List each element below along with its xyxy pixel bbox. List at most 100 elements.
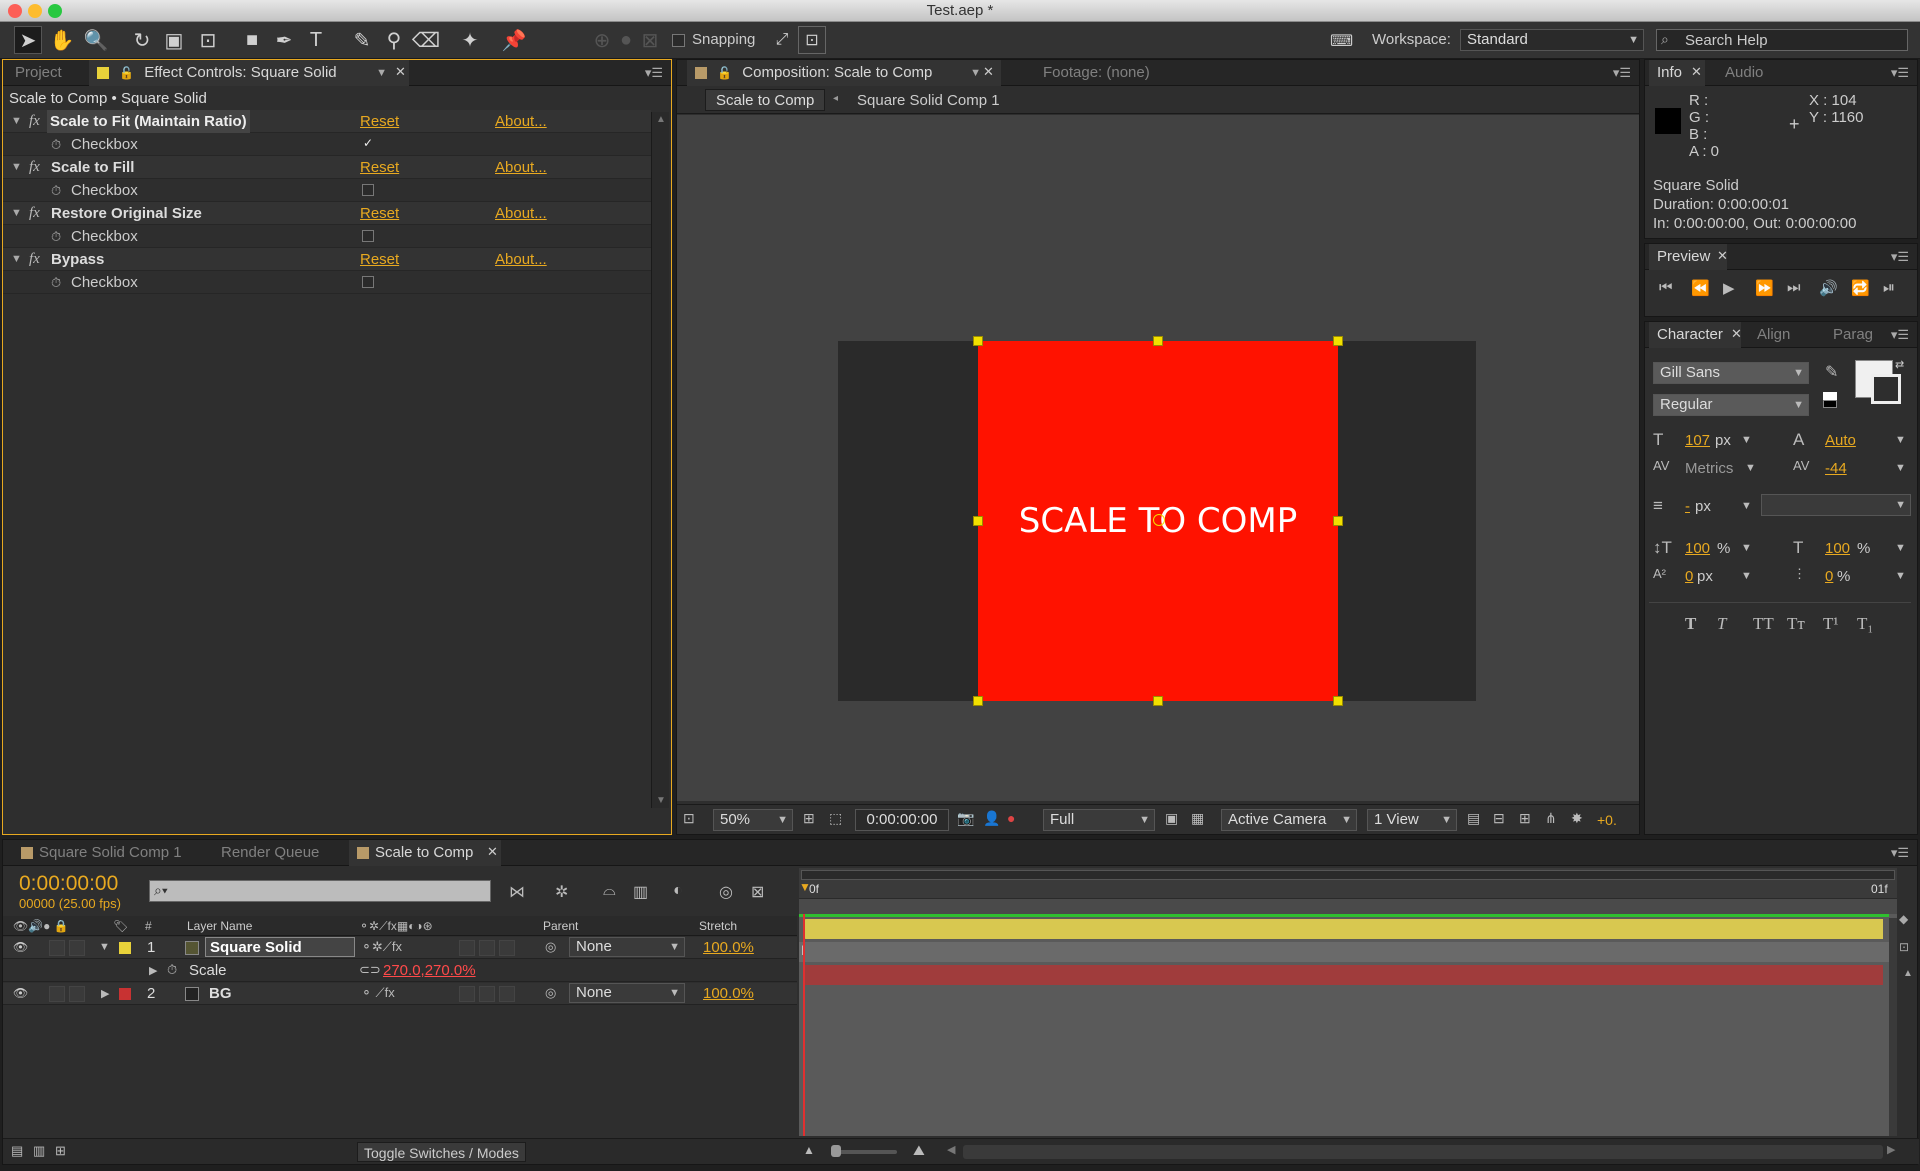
nav-item-square-solid-comp[interactable]: Square Solid Comp 1 <box>857 92 1000 109</box>
checkbox[interactable] <box>362 230 374 242</box>
exposure-value[interactable]: +0. <box>1597 812 1617 828</box>
font-size-dropdown-icon[interactable]: ▼ <box>1741 434 1752 446</box>
kerning-value[interactable]: Metrics <box>1685 460 1733 477</box>
eye-icon[interactable]: 👁 <box>13 986 28 1000</box>
reset-link[interactable]: Reset <box>360 156 399 179</box>
panel-menu-icon[interactable]: ▾☰ <box>1891 327 1909 343</box>
pickwhip-icon[interactable]: ◎ <box>545 939 556 955</box>
reset-link[interactable]: Reset <box>360 202 399 225</box>
comp-flowchart-icon[interactable]: ⊞ <box>1519 810 1531 827</box>
audio-switch[interactable] <box>49 986 65 1002</box>
transform-handle[interactable] <box>1333 516 1343 526</box>
horizontal-scrollbar[interactable] <box>963 1145 1883 1159</box>
layer-duration-bar[interactable] <box>803 919 1883 939</box>
fx-icon[interactable]: fx <box>29 156 40 179</box>
ram-preview-icon[interactable]: ⏯ <box>1883 279 1895 296</box>
all-caps-button[interactable]: TT <box>1753 614 1774 634</box>
first-frame-icon[interactable]: ⏮ <box>1659 279 1673 296</box>
about-link[interactable]: About... <box>495 156 547 179</box>
time-ruler[interactable]: 0f 01f ▼ <box>799 868 1897 914</box>
flowchart-icon[interactable]: ⋔ <box>1545 810 1557 827</box>
label-color-swatch[interactable] <box>119 942 131 954</box>
close-tab-icon[interactable]: ✕ <box>1691 64 1702 80</box>
layer-name[interactable]: BG <box>209 985 232 1002</box>
pen-tool-icon[interactable]: ✒ <box>270 26 298 54</box>
tab-render-queue[interactable]: Render Queue <box>213 840 333 866</box>
eyedropper-icon[interactable]: ✎ <box>1825 362 1838 382</box>
comp-mini-flowchart-icon[interactable]: ⋈ <box>509 882 525 902</box>
rectangle-tool-icon[interactable]: ■ <box>238 26 266 54</box>
checkbox[interactable] <box>362 276 374 288</box>
panel-menu-icon[interactable]: ▾☰ <box>645 65 663 81</box>
nav-item-scale-to-comp[interactable]: Scale to Comp <box>705 89 826 111</box>
toggle-pixel-aspect-icon[interactable]: ▤ <box>1467 810 1480 827</box>
checkbox[interactable] <box>362 184 374 196</box>
scroll-down-icon[interactable]: ▼ <box>656 795 666 806</box>
font-size-value[interactable]: 107 <box>1685 432 1710 449</box>
effect-row[interactable]: ▼ fx Scale to Fill Reset About... <box>3 156 651 179</box>
timeline-icon[interactable]: ⊟ <box>1493 810 1505 827</box>
about-link[interactable]: About... <box>495 202 547 225</box>
work-area-bar[interactable] <box>799 898 1897 914</box>
frame-blending-icon[interactable]: ▥ <box>633 882 648 902</box>
horizontal-scale-value[interactable]: 100 <box>1825 540 1850 557</box>
motion-blur-icon[interactable]: ◐ <box>673 882 683 900</box>
lock-icon[interactable]: 🔓 <box>119 66 134 80</box>
zoom-slider[interactable] <box>833 1150 897 1154</box>
tab-square-solid-comp[interactable]: Square Solid Comp 1 <box>13 840 203 866</box>
previous-frame-icon[interactable]: ⏪ <box>1691 279 1710 297</box>
reset-link[interactable]: Reset <box>360 248 399 271</box>
solo-switch[interactable] <box>69 940 85 956</box>
fx-icon[interactable]: fx <box>29 202 40 225</box>
stopwatch-icon[interactable]: ⏱ <box>51 225 61 248</box>
current-time-indicator-icon[interactable]: ▼ <box>799 880 811 894</box>
audio-icon[interactable]: 🔊 <box>1819 279 1838 297</box>
scroll-up-icon[interactable]: ▲ <box>1903 968 1913 979</box>
reset-exposure-icon[interactable]: ✸ <box>1571 810 1583 827</box>
swap-colors-icon[interactable]: ⇄ <box>1895 358 1904 371</box>
font-family-select[interactable]: Gill Sans ▼ <box>1653 362 1809 384</box>
adjustment-switch[interactable] <box>499 940 515 956</box>
superscript-button[interactable]: T¹ <box>1823 614 1838 634</box>
vertical-scale-value[interactable]: 100 <box>1685 540 1710 557</box>
adjustment-switch[interactable] <box>499 986 515 1002</box>
view-layout-select[interactable]: 1 View ▼ <box>1367 809 1457 831</box>
graph-toggle-icon[interactable]: ⊡ <box>1899 940 1909 954</box>
stopwatch-icon[interactable]: ⏱ <box>167 962 177 978</box>
disclosure-triangle-icon[interactable]: ▼ <box>11 248 22 271</box>
constrain-proportions-icon[interactable]: ⊂⊃ <box>359 962 381 978</box>
checkbox-checked[interactable]: ✓ <box>362 137 374 150</box>
effect-row[interactable]: ▼ fx Bypass Reset About... <box>3 248 651 271</box>
current-time-field[interactable]: 0:00:00:00 <box>855 809 949 831</box>
scroll-up-icon[interactable]: ▲ <box>656 114 666 125</box>
timeline-scrollbar[interactable] <box>1889 918 1897 1136</box>
fast-previews-icon[interactable]: ▣ <box>1165 810 1178 827</box>
stroke-width-value[interactable]: - <box>1685 498 1690 515</box>
panel-menu-icon[interactable]: ▾☰ <box>1891 249 1909 265</box>
panel-menu-icon[interactable]: ▾☰ <box>1891 65 1909 81</box>
play-icon[interactable]: ▶ <box>1723 279 1735 297</box>
stopwatch-icon[interactable]: ⏱ <box>51 133 61 156</box>
graph-editor-icon[interactable]: ◎ <box>719 882 733 902</box>
live-update-icon[interactable]: ⊠ <box>751 882 764 902</box>
panel-menu-icon[interactable]: ▾☰ <box>1613 65 1631 81</box>
region-of-interest-icon[interactable]: ⬚ <box>829 810 842 827</box>
pickwhip-icon[interactable]: ◎ <box>545 985 556 1001</box>
vertical-scale-dropdown-icon[interactable]: ▼ <box>1741 542 1752 554</box>
frame-blend-switch[interactable] <box>459 940 475 956</box>
camera-tool-icon[interactable]: ▣ <box>160 26 188 54</box>
anchor-point-icon[interactable] <box>1153 514 1165 526</box>
magnification-select[interactable]: 50% ▼ <box>713 809 793 831</box>
disclosure-triangle-icon[interactable]: ▼ <box>11 156 22 179</box>
disclosure-triangle-icon[interactable]: ▶ <box>101 987 109 1000</box>
small-caps-button[interactable]: Tт <box>1787 614 1805 634</box>
tab-project[interactable]: Project <box>7 60 70 86</box>
eye-icon[interactable]: 👁 <box>13 940 28 954</box>
transform-handle[interactable] <box>1333 696 1343 706</box>
snapping-checkbox[interactable] <box>672 34 685 47</box>
close-tab-icon[interactable]: ✕ <box>983 64 994 80</box>
leading-value[interactable]: Auto <box>1825 432 1856 449</box>
leading-dropdown-icon[interactable]: ▼ <box>1895 434 1906 446</box>
tab-dropdown-icon[interactable]: ▼ <box>376 60 387 86</box>
layer-name[interactable]: Square Solid <box>205 937 355 957</box>
